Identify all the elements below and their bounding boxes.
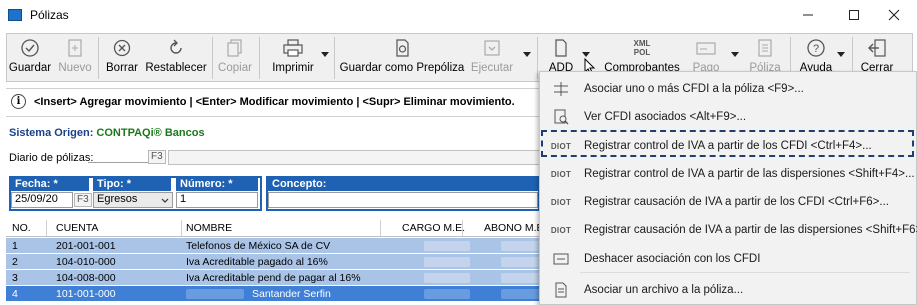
fecha-input[interactable]: 25/09/20 [11,192,73,208]
imprimir-button[interactable]: Imprimir [267,34,319,82]
tipo-label: Tipo: * [93,178,171,191]
toolbar-separator [334,37,335,79]
menu-item-asociar-cfdi[interactable]: Asociar uno o más CFDI a la póliza <F9>.… [540,75,917,103]
maximize-icon [849,10,859,20]
menu-item-causacion-iva-dispersiones[interactable]: DIOT Registrar causación de IVA a partir… [540,216,917,244]
menu-item-causacion-iva-cfdi[interactable]: DIOT Registrar causación de IVA a partir… [540,188,917,216]
window-title: Pólizas [30,8,69,22]
close-button[interactable] [871,0,917,30]
document-icon [548,34,574,62]
guardar-button[interactable]: Guardar [9,34,51,82]
app-icon [8,9,22,21]
new-document-icon [62,34,88,62]
diot-icon: DIOT [550,197,572,207]
redacted-name [186,289,244,299]
concepto-input[interactable] [268,192,538,208]
diario-label: Diario de pólizas: [9,152,94,164]
fecha-label: Fecha: * [11,178,89,191]
copy-icon [222,34,248,62]
ejecutar-dropdown-icon[interactable] [523,52,531,57]
attach-file-icon [552,282,570,298]
diot-icon: DIOT [550,169,572,179]
payment-card-icon [693,34,719,62]
link-cfdi-icon [552,81,570,97]
highlight-frame [541,130,914,157]
toolbar-separator [259,37,260,79]
imprimir-dropdown-icon[interactable] [321,52,329,57]
col-divider [462,220,463,236]
menu-item-deshacer-asociacion[interactable]: Deshacer asociación con los CFDI [540,245,917,273]
col-cuenta: CUENTA [56,222,99,234]
diot-icon: DIOT [550,225,572,235]
numero-label: Número: * [176,178,258,191]
pago-dropdown-icon[interactable] [731,52,739,57]
toolbar-separator [98,37,99,79]
col-divider [46,220,47,236]
poliza-document-icon [752,34,778,62]
menu-item-ver-cfdi[interactable]: Ver CFDI asociados <Alt+F9>... [540,103,917,131]
ejecutar-button[interactable]: Ejecutar [468,34,516,82]
view-cfdi-icon [552,109,570,125]
add-dropdown-menu: Asociar uno o más CFDI a la póliza <F9>.… [539,71,917,305]
gear-document-icon [389,34,415,62]
col-divider [380,220,381,236]
copiar-button[interactable]: Copiar [216,34,254,82]
delete-circle-icon [109,34,135,62]
ayuda-dropdown-icon[interactable] [837,52,845,57]
minimize-icon [803,14,813,16]
fecha-f3-button[interactable]: F3 [74,193,92,207]
numero-input[interactable]: 1 [176,192,258,208]
menu-item-asociar-archivo[interactable]: Asociar un archivo a la póliza... [540,276,917,304]
execute-icon [479,34,505,62]
title-bar: Pólizas [0,0,917,30]
col-abono: ABONO M.E. [484,222,547,234]
toolbar-separator [537,37,538,79]
sistema-origen: Sistema Origen: CONTPAQi® Bancos [9,127,205,139]
col-nombre: NOMBRE [186,222,233,234]
nuevo-button[interactable]: Nuevo [55,34,95,82]
printer-icon [280,34,306,62]
checkmark-circle-icon [17,34,43,62]
svg-text:?: ? [813,43,819,55]
cargo-value [424,273,470,283]
tipo-select[interactable]: Egresos [93,192,173,208]
col-no: NO. [12,222,31,234]
add-dropdown-icon[interactable] [582,52,590,57]
cargo-value [424,289,470,299]
diario-input[interactable] [88,149,148,163]
refresh-icon [163,34,189,62]
col-divider [181,220,182,236]
cargo-value [424,241,470,251]
toolbar-separator [212,37,213,79]
guardar-prepoliza-button[interactable]: Guardar como Prepóliza [340,34,464,82]
diario-f3-button[interactable]: F3 [148,150,166,164]
close-icon [888,9,900,21]
xml-pol-icon: XML POL [633,39,651,57]
help-icon: ? [803,34,829,62]
concepto-label: Concepto: [268,178,538,191]
info-icon: i [11,94,26,109]
restablecer-button[interactable]: Restablecer [144,34,208,82]
menu-item-control-iva-dispersiones[interactable]: DIOT Registrar control de IVA a partir d… [540,160,917,188]
menu-divider [580,272,910,273]
minimize-button[interactable] [785,0,831,30]
borrar-button[interactable]: Borrar [104,34,140,82]
cargo-value [424,257,470,267]
unlink-cfdi-icon [552,251,570,267]
shortcuts-message: <Insert> Agregar movimiento | <Enter> Mo… [34,96,515,108]
col-cargo: CARGO M.E. [402,222,466,234]
exit-door-icon [864,34,890,62]
chevron-down-icon [161,198,169,203]
